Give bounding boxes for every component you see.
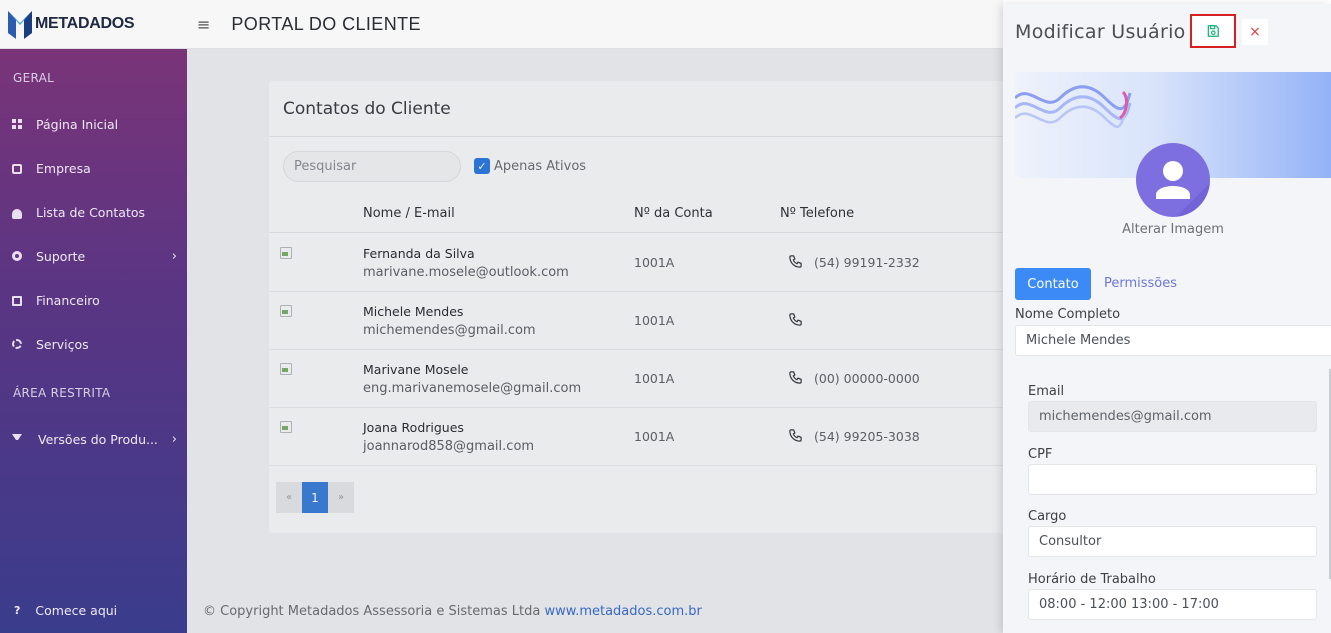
change-image-link[interactable]: Alterar Imagem [1015,222,1331,237]
email-label: Email [1028,384,1065,399]
grid-icon [12,119,22,129]
sidebar-item-home[interactable]: Página Inicial [0,109,187,139]
sidebar-item-label: Serviços [36,336,89,352]
cpf-label: CPF [1028,447,1053,462]
edit-user-panel: Modificar Usuário × Alterar Imagem Conta… [1003,4,1331,633]
sidebar-item-product-versions[interactable]: Versões do Produ... › [0,424,187,454]
users-icon [12,208,22,219]
sidebar-item-label: Página Inicial [36,116,119,132]
role-label: Cargo [1028,509,1067,524]
sidebar-item-company[interactable]: Empresa [0,153,187,183]
support-icon [12,251,22,261]
modal-backdrop[interactable] [187,49,1003,633]
save-icon [1207,25,1219,37]
sidebar-item-get-started[interactable]: ? Comece aqui [0,595,187,625]
sidebar-item-label: Suporte [36,248,86,264]
sidebar-section-restricted: ÁREA RESTRITA [13,386,111,400]
sidebar-item-finance[interactable]: Financeiro [0,285,187,315]
sidebar-item-label: Empresa [36,160,91,176]
money-icon [12,296,22,306]
sidebar-item-label: Lista de Contatos [36,204,146,220]
sidebar-item-services[interactable]: Serviços [0,329,187,359]
email-field[interactable]: michemendes@gmail.com [1028,401,1317,432]
close-button[interactable]: × [1242,19,1268,45]
sidebar: GERAL Página Inicial Empresa Lista de Co… [0,49,187,633]
panel-title: Modificar Usuário [1015,21,1186,43]
tab-contact[interactable]: Contato [1015,268,1091,300]
wave-decoration-icon [1015,85,1132,128]
sidebar-section-general: GERAL [13,71,55,85]
close-icon: × [1249,24,1261,40]
briefcase-icon [12,164,22,174]
work-hours-field[interactable]: 08:00 - 12:00 13:00 - 17:00 [1028,589,1317,620]
save-button[interactable] [1190,14,1236,48]
sidebar-item-contacts[interactable]: Lista de Contatos [0,197,187,227]
sidebar-item-label: Financeiro [36,292,100,308]
user-icon [1156,161,1210,217]
chevron-right-icon: › [171,248,177,264]
chevron-right-icon: › [171,431,177,447]
avatar[interactable] [1136,143,1210,217]
work-hours-label: Horário de Trabalho [1028,572,1156,587]
sidebar-item-label: Comece aqui [35,602,118,618]
topbar-shade [0,0,1003,49]
role-field[interactable]: Consultor [1028,526,1317,557]
full-name-field[interactable]: Michele Mendes [1015,325,1331,356]
full-name-label: Nome Completo [1015,307,1121,322]
sidebar-item-support[interactable]: Suporte › [0,241,187,271]
cpf-field[interactable] [1028,464,1317,495]
download-icon [12,434,22,444]
tab-permissions[interactable]: Permissões [1104,276,1177,291]
gear-icon [12,339,22,349]
sidebar-item-label: Versões do Produ... [38,431,158,447]
question-icon: ? [14,603,21,617]
